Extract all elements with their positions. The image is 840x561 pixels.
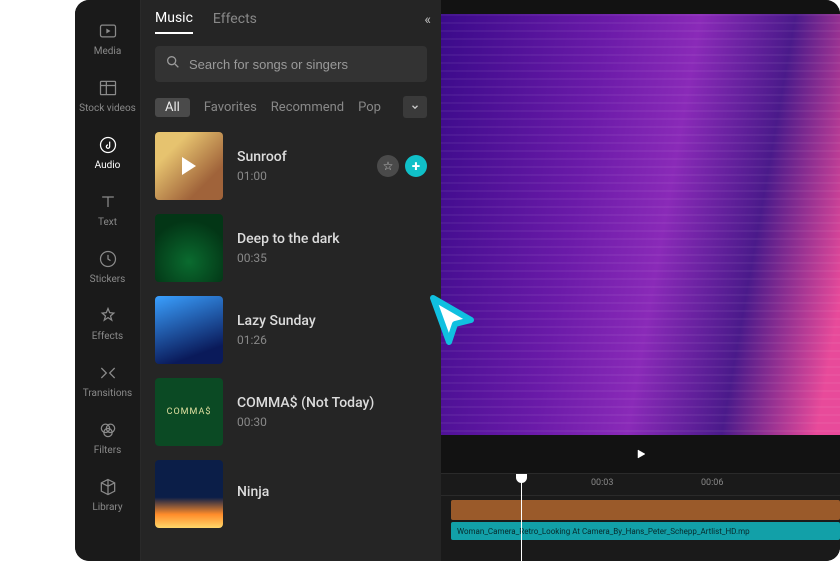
- track-item[interactable]: Lazy Sunday 01:26: [155, 296, 427, 364]
- nav-media[interactable]: Media: [75, 10, 141, 67]
- category-pop[interactable]: Pop: [358, 100, 381, 115]
- category-row: All Favorites Recommend Pop: [155, 96, 427, 118]
- track-item[interactable]: COMMA$ COMMA$ (Not Today) 00:30: [155, 378, 427, 446]
- audio-icon: [97, 134, 119, 156]
- nav-stickers[interactable]: Stickers: [75, 238, 141, 295]
- timeline-ruler[interactable]: 00:03 00:06: [441, 474, 840, 496]
- ruler-tick: 00:06: [701, 478, 723, 488]
- playback-controls: [441, 435, 840, 473]
- library-icon: [97, 476, 119, 498]
- add-track-button[interactable]: +: [405, 155, 427, 177]
- nav-library[interactable]: Library: [75, 466, 141, 523]
- filters-icon: [97, 419, 119, 441]
- tab-music[interactable]: Music: [155, 10, 193, 34]
- more-categories-button[interactable]: [403, 96, 427, 118]
- favorite-button[interactable]: ☆: [377, 155, 399, 177]
- track-item[interactable]: Deep to the dark 00:35: [155, 214, 427, 282]
- search-input[interactable]: [189, 57, 417, 72]
- track-name: Lazy Sunday: [237, 313, 427, 329]
- track-list: Sunroof 01:00 ☆ + Deep to the dark 00:35: [155, 132, 427, 528]
- nav-label: Transitions: [83, 388, 132, 399]
- track-duration: 00:35: [237, 251, 427, 265]
- video-preview[interactable]: [441, 14, 840, 435]
- track-thumbnail[interactable]: [155, 460, 223, 528]
- preview-area: 00:03 00:06 Woman_Camera_Retro_Looking A…: [441, 0, 840, 561]
- track-name: Sunroof: [237, 149, 363, 165]
- nav-label: Audio: [95, 160, 121, 171]
- track-duration: 01:00: [237, 169, 363, 183]
- tab-effects[interactable]: Effects: [213, 11, 257, 33]
- category-all[interactable]: All: [155, 98, 190, 117]
- track-name: Deep to the dark: [237, 231, 427, 247]
- audio-panel: Music Effects « All Favorites Recommend …: [141, 0, 441, 561]
- side-nav: Media Stock videos Audio Text Stickers E…: [75, 0, 141, 561]
- nav-stock-videos[interactable]: Stock videos: [75, 67, 141, 124]
- category-recommend[interactable]: Recommend: [271, 100, 344, 115]
- track-thumbnail[interactable]: [155, 296, 223, 364]
- track-duration: 00:30: [237, 415, 427, 429]
- audio-clip[interactable]: Woman_Camera_Retro_Looking At Camera_By_…: [451, 522, 840, 540]
- nav-label: Stock videos: [79, 103, 136, 114]
- nav-transitions[interactable]: Transitions: [75, 352, 141, 409]
- search-box[interactable]: [155, 46, 427, 82]
- nav-label: Effects: [92, 331, 123, 342]
- timeline[interactable]: 00:03 00:06 Woman_Camera_Retro_Looking A…: [441, 473, 840, 561]
- text-icon: [97, 191, 119, 213]
- ruler-tick: 00:03: [591, 478, 613, 488]
- play-icon: [182, 157, 196, 175]
- nav-audio[interactable]: Audio: [75, 124, 141, 181]
- nav-effects[interactable]: Effects: [75, 295, 141, 352]
- track-name: COMMA$ (Not Today): [237, 395, 427, 411]
- track-thumbnail[interactable]: [155, 132, 223, 200]
- nav-text[interactable]: Text: [75, 181, 141, 238]
- nav-label: Media: [94, 46, 122, 57]
- panel-tabs: Music Effects «: [155, 10, 427, 34]
- cursor-graphic: [425, 292, 481, 348]
- playhead[interactable]: [521, 474, 522, 561]
- effects-icon: [97, 305, 119, 327]
- nav-label: Text: [98, 217, 117, 228]
- stock-icon: [97, 77, 119, 99]
- collapse-panel-icon[interactable]: «: [424, 12, 431, 28]
- nav-label: Filters: [94, 445, 122, 456]
- transitions-icon: [97, 362, 119, 384]
- nav-filters[interactable]: Filters: [75, 409, 141, 466]
- track-thumbnail[interactable]: COMMA$: [155, 378, 223, 446]
- media-icon: [97, 20, 119, 42]
- track-item[interactable]: Ninja: [155, 460, 427, 528]
- track-item[interactable]: Sunroof 01:00 ☆ +: [155, 132, 427, 200]
- stickers-icon: [97, 248, 119, 270]
- nav-label: Library: [92, 502, 122, 513]
- search-icon: [165, 54, 181, 74]
- track-name: Ninja: [237, 484, 427, 500]
- track-thumbnail[interactable]: [155, 214, 223, 282]
- track-duration: 01:26: [237, 333, 427, 347]
- category-favorites[interactable]: Favorites: [204, 100, 257, 115]
- play-button[interactable]: [635, 445, 647, 464]
- video-clip[interactable]: [451, 500, 840, 520]
- nav-label: Stickers: [90, 274, 126, 285]
